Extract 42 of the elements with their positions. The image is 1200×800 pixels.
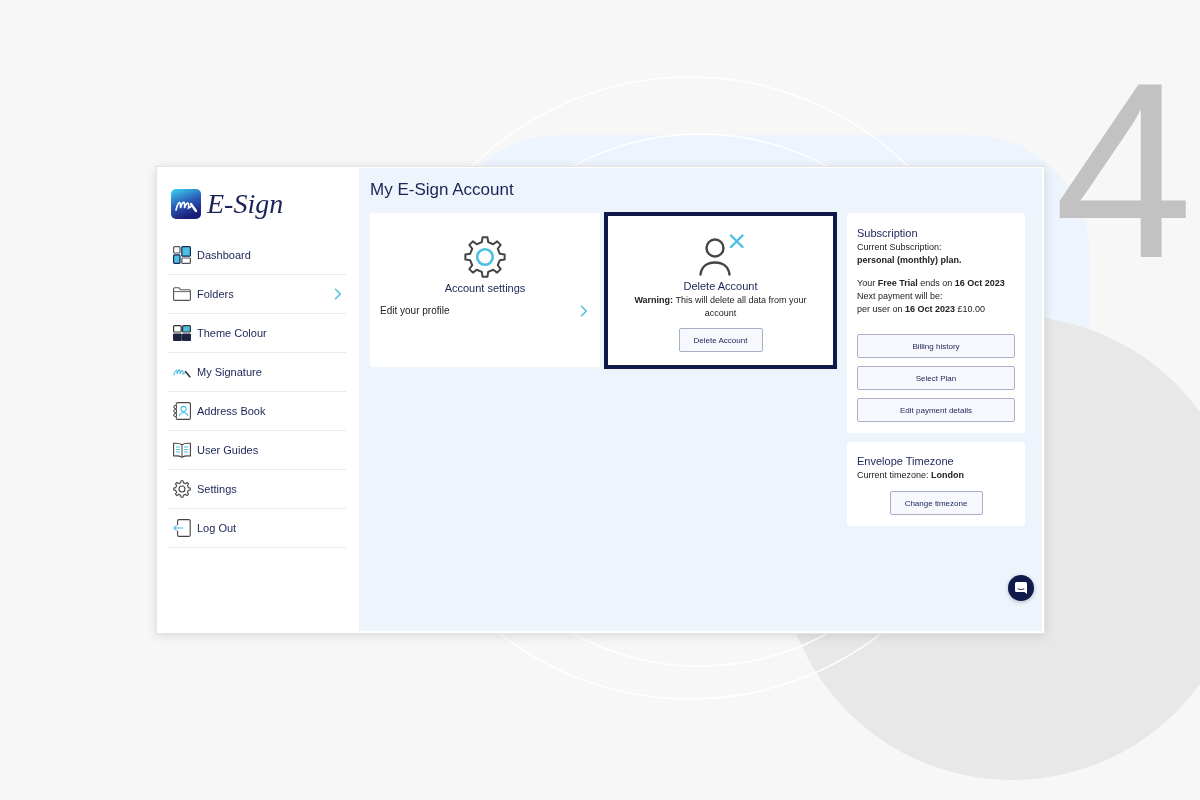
chat-icon [1015, 582, 1027, 594]
nav-item[interactable]: My Signature [168, 353, 346, 392]
signature-icon [173, 366, 191, 378]
palette-tiles-icon [173, 325, 191, 341]
nav-item[interactable]: Dashboard [168, 236, 346, 275]
card-title: Envelope Timezone [857, 454, 955, 468]
subscription-text: per user on 16 Oct 2023 £10.00 [857, 303, 987, 316]
delete-account-button[interactable]: Delete Account [678, 328, 763, 352]
subscription-button[interactable]: Select Plan [857, 366, 1015, 390]
edit-profile-link[interactable]: Edit your profile [380, 304, 590, 318]
nav-item[interactable]: Settings [168, 470, 346, 509]
plan-name: personal (monthly) plan. [857, 254, 963, 267]
folder-icon [173, 287, 191, 301]
change-timezone-button[interactable]: Change timezone [889, 491, 983, 515]
address-book-icon [173, 402, 191, 420]
card-title: Delete Account [683, 279, 758, 293]
warning-text: Warning: This will delete all data from your account [633, 294, 808, 320]
open-book-icon [173, 442, 191, 458]
logo-icon [171, 189, 201, 219]
nav-item[interactable]: Folders [168, 275, 346, 314]
subscription-button[interactable]: Billing history [857, 334, 1015, 358]
nav-item[interactable]: Log Out [168, 509, 346, 548]
card-title: Subscription [857, 226, 919, 240]
settings-icon [173, 480, 191, 498]
gear-icon [464, 236, 506, 278]
subscription-text: Next payment will be: [857, 290, 944, 303]
nav-item[interactable]: Address Book [168, 392, 346, 431]
nav-item[interactable]: Theme Colour [168, 314, 346, 353]
chevron-right-icon [580, 305, 588, 317]
logo-text: E-Sign [207, 188, 284, 220]
nav-item[interactable]: User Guides [168, 431, 346, 470]
chat-button[interactable] [1008, 575, 1034, 601]
page-title: My E-Sign Account [370, 179, 514, 201]
subscription-text: Your Free Trial ends on 16 Oct 2023 [857, 277, 1006, 290]
remove-user-icon [697, 234, 744, 276]
card-title: Account settings [444, 281, 526, 295]
step-number: 4 [1054, 81, 1194, 261]
dashboard-icon [173, 246, 191, 264]
subscription-label: Current Subscription: [857, 241, 943, 254]
timezone-text: Current timezone: London [857, 469, 966, 482]
subscription-button[interactable]: Edit payment details [857, 398, 1015, 422]
logout-icon [173, 519, 191, 537]
